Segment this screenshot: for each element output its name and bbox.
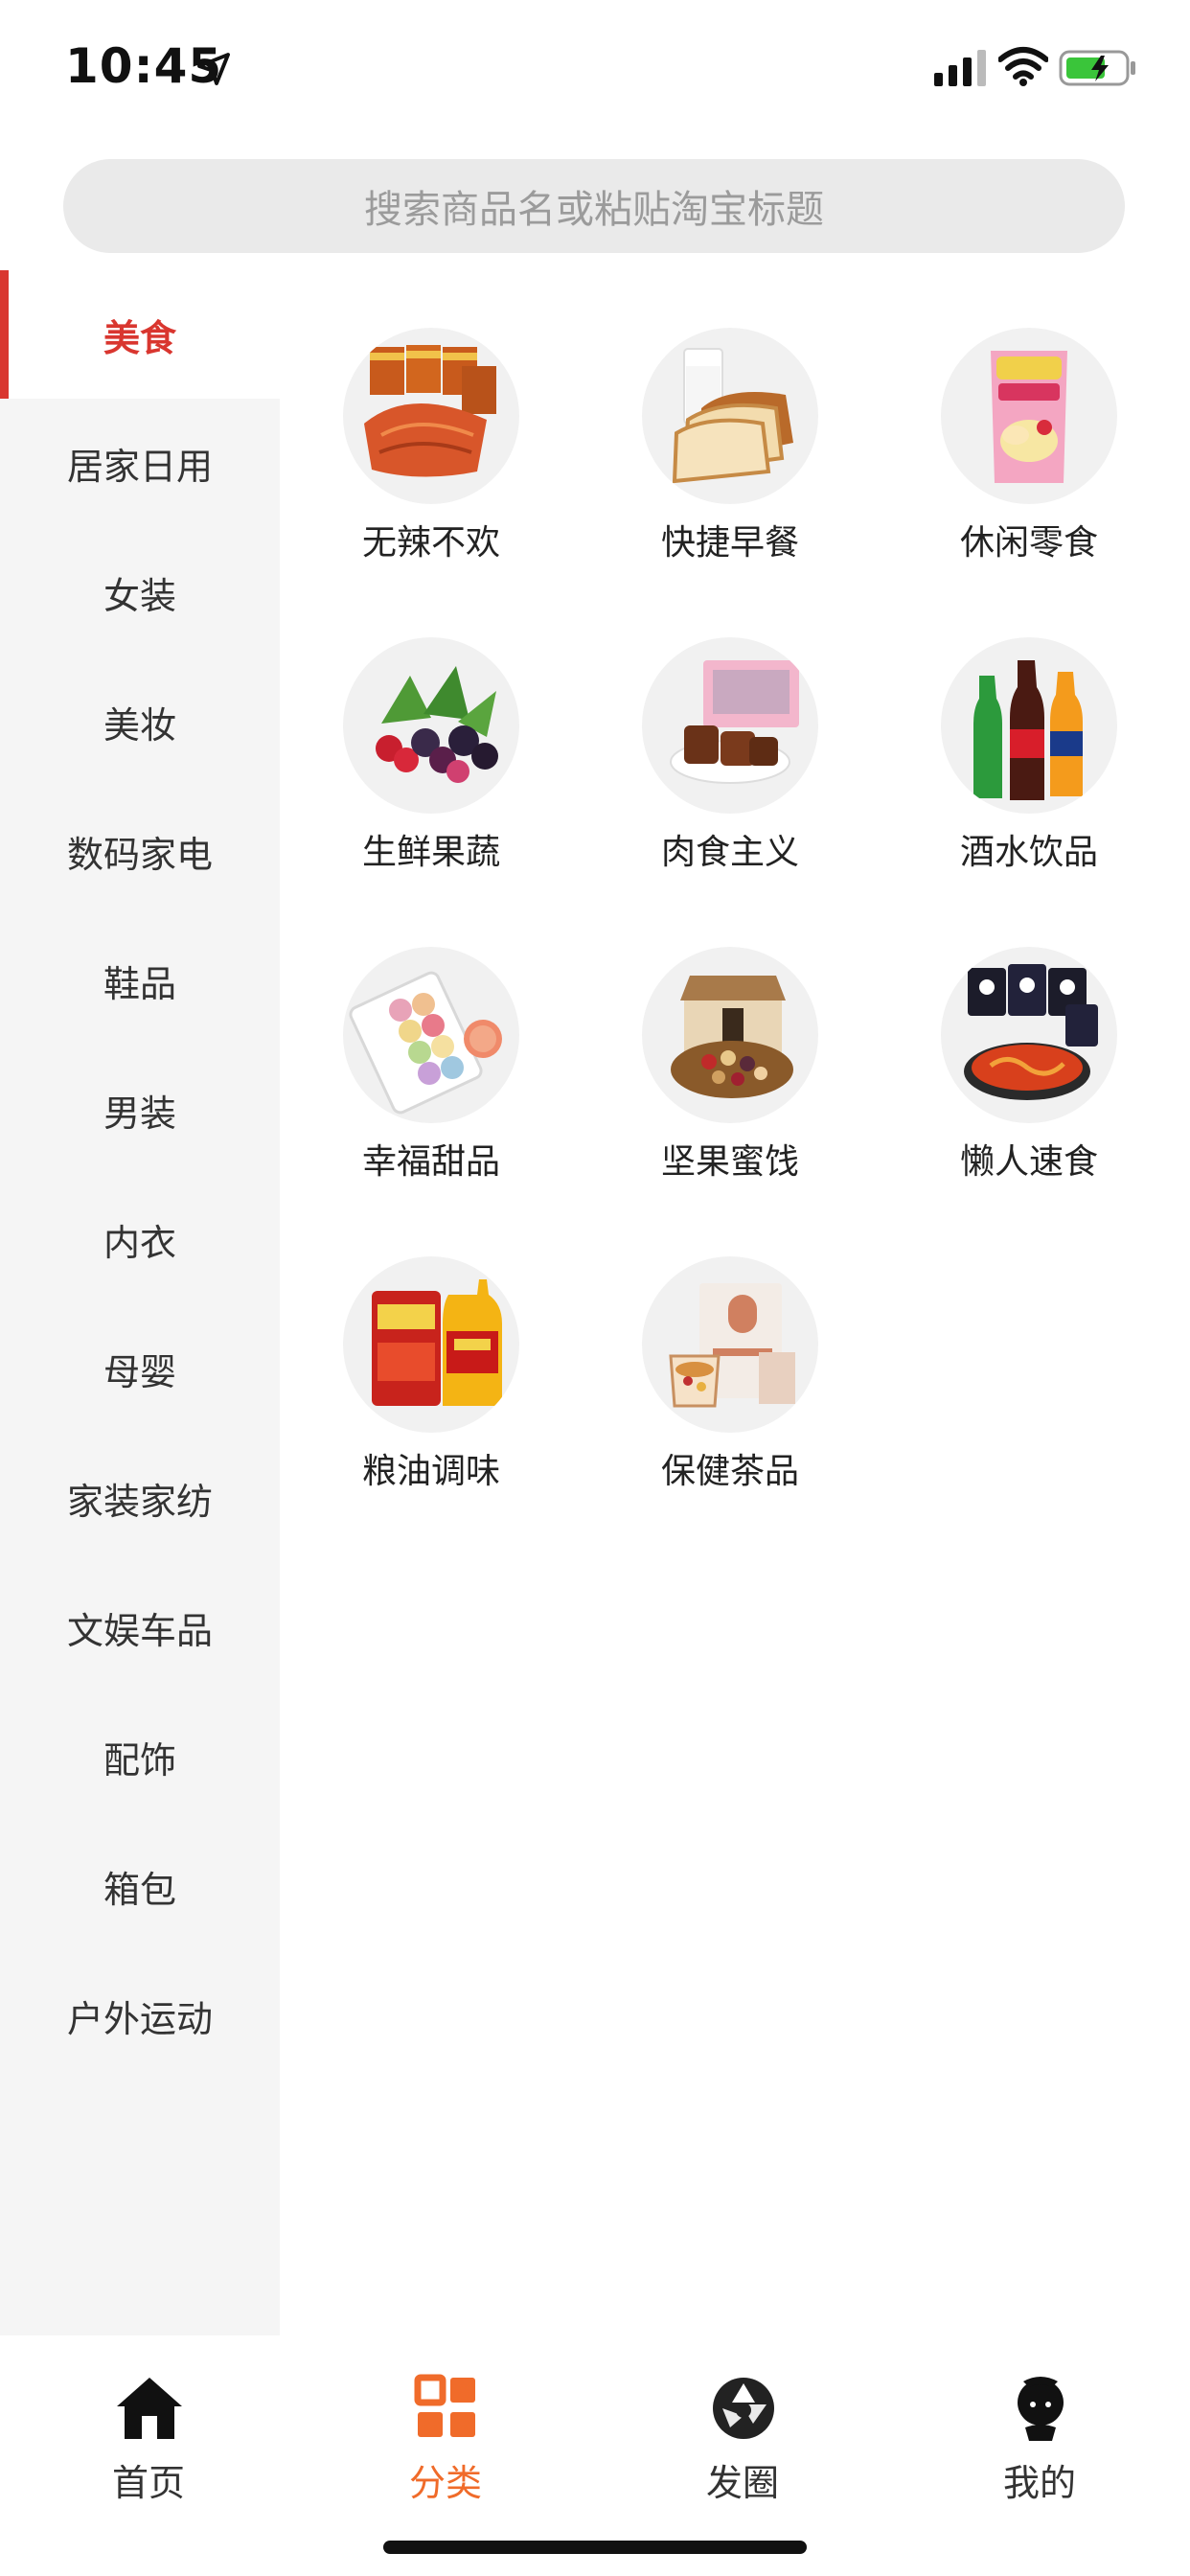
sidebar-item-beauty[interactable]: 美妆 [0, 657, 280, 786]
category-sidebar: 美食 居家日用 女装 美妆 数码家电 鞋品 男装 内衣 母婴 家装家纺 文娱车品… [0, 270, 280, 2335]
chips-bag-image [941, 328, 1117, 504]
home-icon [117, 2378, 182, 2439]
category-label: 坚果蜜饯 [660, 1142, 799, 1182]
search-input[interactable]: 搜索商品名或粘贴淘宝标题 [63, 159, 1125, 253]
sidebar-item-label: 户外运动 [66, 1997, 213, 2040]
category-item[interactable]: 懒人速食 [885, 947, 1173, 1196]
aperture-icon [713, 2378, 774, 2439]
tea-box-image [642, 1256, 818, 1433]
sidebar-item-underwear[interactable]: 内衣 [0, 1175, 280, 1303]
sidebar-item-home-textiles[interactable]: 家装家纺 [0, 1434, 280, 1562]
location-arrow-icon [197, 53, 230, 85]
sidebar-item-label: 居家日用 [66, 445, 213, 488]
sidebar-item-label: 鞋品 [103, 962, 176, 1005]
sidebar-item-electronics[interactable]: 数码家电 [0, 787, 280, 915]
instant-noodles-image [941, 947, 1117, 1123]
category-label: 无辣不欢 [361, 523, 500, 563]
category-item[interactable]: 幸福甜品 [287, 947, 575, 1196]
category-label: 生鲜果蔬 [361, 833, 500, 872]
sidebar-item-bags[interactable]: 箱包 [0, 1822, 280, 1950]
category-label: 肉食主义 [660, 833, 799, 872]
category-item[interactable]: 酒水饮品 [885, 637, 1173, 886]
sidebar-item-entertainment-car[interactable]: 文娱车品 [0, 1563, 280, 1691]
category-label: 休闲零食 [959, 523, 1098, 563]
sidebar-item-label: 美食 [103, 316, 176, 359]
status-bar: 10:45 [0, 0, 1190, 144]
tab-profile[interactable]: 我的 [891, 2335, 1188, 2508]
berries-image [343, 637, 519, 814]
nuts-box-image [642, 947, 818, 1123]
profile-icon [1018, 2377, 1064, 2441]
category-item[interactable]: 无辣不欢 [287, 328, 575, 577]
sidebar-item-label: 数码家电 [66, 833, 213, 876]
search-placeholder: 搜索商品名或粘贴淘宝标题 [364, 188, 824, 232]
sidebar-item-label: 箱包 [103, 1868, 176, 1911]
spicy-snack-image [343, 328, 519, 504]
tab-label: 分类 [408, 2462, 482, 2504]
meat-box-image [642, 637, 818, 814]
category-label: 懒人速食 [959, 1142, 1098, 1182]
category-item[interactable]: 保健茶品 [586, 1256, 874, 1506]
sidebar-item-food[interactable]: 美食 [0, 270, 280, 399]
home-indicator [383, 2541, 807, 2554]
category-item[interactable]: 生鲜果蔬 [287, 637, 575, 886]
sidebar-item-household[interactable]: 居家日用 [0, 399, 280, 527]
sidebar-item-label: 文娱车品 [66, 1609, 213, 1652]
macarons-image [343, 947, 519, 1123]
sidebar-item-label: 配饰 [103, 1738, 176, 1782]
sidebar-item-mens-wear[interactable]: 男装 [0, 1046, 280, 1174]
rice-oil-image [343, 1256, 519, 1433]
sidebar-item-label: 男装 [103, 1092, 176, 1135]
sidebar-item-womens-wear[interactable]: 女装 [0, 528, 280, 656]
category-item[interactable]: 快捷早餐 [586, 328, 874, 577]
sidebar-item-label: 内衣 [103, 1221, 176, 1264]
wifi-icon [998, 47, 1048, 86]
category-label: 保健茶品 [660, 1452, 799, 1491]
sidebar-item-accessories[interactable]: 配饰 [0, 1692, 280, 1821]
category-item[interactable]: 坚果蜜饯 [586, 947, 874, 1196]
sidebar-item-label: 女装 [103, 574, 176, 617]
sidebar-item-label: 家装家纺 [66, 1480, 213, 1523]
tab-label: 发圈 [705, 2462, 779, 2504]
tab-moments[interactable]: 发圈 [594, 2335, 891, 2508]
category-item[interactable]: 粮油调味 [287, 1256, 575, 1506]
sidebar-item-outdoor[interactable]: 户外运动 [0, 1951, 280, 2080]
tab-label: 我的 [1002, 2462, 1076, 2504]
signal-icon [934, 50, 986, 86]
category-label: 快捷早餐 [660, 523, 799, 563]
sidebar-item-label: 美妆 [103, 703, 176, 747]
bread-milk-image [642, 328, 818, 504]
sidebar-item-baby[interactable]: 母婴 [0, 1304, 280, 1433]
tab-label: 首页 [111, 2462, 185, 2504]
category-label: 粮油调味 [361, 1452, 500, 1491]
sidebar-item-shoes[interactable]: 鞋品 [0, 916, 280, 1045]
category-item[interactable]: 休闲零食 [885, 328, 1173, 577]
category-label: 酒水饮品 [959, 833, 1098, 872]
soda-bottles-image [941, 637, 1117, 814]
sidebar-item-label: 母婴 [103, 1350, 176, 1393]
tab-category[interactable]: 分类 [297, 2335, 594, 2508]
category-label: 幸福甜品 [361, 1142, 500, 1182]
battery-icon [1059, 50, 1135, 86]
tab-home[interactable]: 首页 [0, 2335, 297, 2508]
category-item[interactable]: 肉食主义 [586, 637, 874, 886]
category-icon [414, 2374, 475, 2437]
